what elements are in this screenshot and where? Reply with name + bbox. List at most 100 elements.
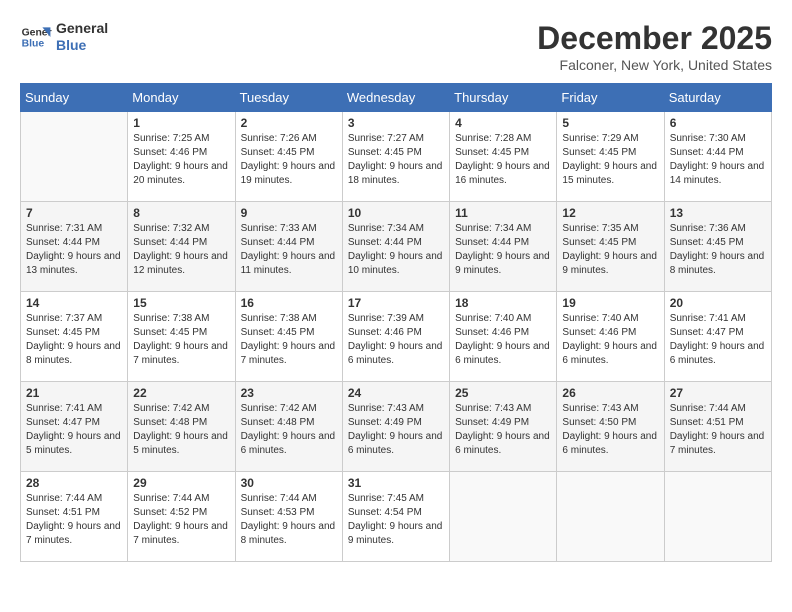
day-info: Sunrise: 7:43 AMSunset: 4:50 PMDaylight:… [562, 402, 658, 458]
week-row-0: 1 Sunrise: 7:25 AMSunset: 4:46 PMDayligh… [21, 112, 772, 202]
day-cell: 26 Sunrise: 7:43 AMSunset: 4:50 PMDaylig… [557, 382, 664, 472]
day-number: 16 [241, 296, 337, 310]
calendar-table: Sunday Monday Tuesday Wednesday Thursday… [20, 83, 772, 562]
day-info: Sunrise: 7:42 AMSunset: 4:48 PMDaylight:… [133, 402, 229, 458]
title-block: December 2025 Falconer, New York, United… [537, 20, 772, 73]
day-info: Sunrise: 7:43 AMSunset: 4:49 PMDaylight:… [348, 402, 444, 458]
day-number: 5 [562, 116, 658, 130]
day-cell: 2 Sunrise: 7:26 AMSunset: 4:45 PMDayligh… [235, 112, 342, 202]
day-cell: 11 Sunrise: 7:34 AMSunset: 4:44 PMDaylig… [450, 202, 557, 292]
day-number: 4 [455, 116, 551, 130]
day-info: Sunrise: 7:31 AMSunset: 4:44 PMDaylight:… [26, 222, 122, 278]
day-number: 13 [670, 206, 766, 220]
logo-text: General Blue [56, 20, 108, 54]
col-sunday: Sunday [21, 84, 128, 112]
day-cell: 12 Sunrise: 7:35 AMSunset: 4:45 PMDaylig… [557, 202, 664, 292]
day-cell: 23 Sunrise: 7:42 AMSunset: 4:48 PMDaylig… [235, 382, 342, 472]
col-wednesday: Wednesday [342, 84, 449, 112]
day-number: 23 [241, 386, 337, 400]
day-info: Sunrise: 7:30 AMSunset: 4:44 PMDaylight:… [670, 132, 766, 188]
day-info: Sunrise: 7:29 AMSunset: 4:45 PMDaylight:… [562, 132, 658, 188]
day-info: Sunrise: 7:43 AMSunset: 4:49 PMDaylight:… [455, 402, 551, 458]
day-cell: 9 Sunrise: 7:33 AMSunset: 4:44 PMDayligh… [235, 202, 342, 292]
day-info: Sunrise: 7:36 AMSunset: 4:45 PMDaylight:… [670, 222, 766, 278]
day-info: Sunrise: 7:45 AMSunset: 4:54 PMDaylight:… [348, 492, 444, 548]
day-number: 15 [133, 296, 229, 310]
day-number: 28 [26, 476, 122, 490]
col-saturday: Saturday [664, 84, 771, 112]
day-info: Sunrise: 7:28 AMSunset: 4:45 PMDaylight:… [455, 132, 551, 188]
day-number: 31 [348, 476, 444, 490]
day-number: 11 [455, 206, 551, 220]
header-row: Sunday Monday Tuesday Wednesday Thursday… [21, 84, 772, 112]
col-thursday: Thursday [450, 84, 557, 112]
day-cell: 28 Sunrise: 7:44 AMSunset: 4:51 PMDaylig… [21, 472, 128, 562]
day-number: 18 [455, 296, 551, 310]
day-cell: 7 Sunrise: 7:31 AMSunset: 4:44 PMDayligh… [21, 202, 128, 292]
day-info: Sunrise: 7:32 AMSunset: 4:44 PMDaylight:… [133, 222, 229, 278]
day-number: 27 [670, 386, 766, 400]
week-row-3: 21 Sunrise: 7:41 AMSunset: 4:47 PMDaylig… [21, 382, 772, 472]
col-monday: Monday [128, 84, 235, 112]
day-cell: 24 Sunrise: 7:43 AMSunset: 4:49 PMDaylig… [342, 382, 449, 472]
day-info: Sunrise: 7:44 AMSunset: 4:53 PMDaylight:… [241, 492, 337, 548]
week-row-2: 14 Sunrise: 7:37 AMSunset: 4:45 PMDaylig… [21, 292, 772, 382]
day-number: 10 [348, 206, 444, 220]
day-cell: 31 Sunrise: 7:45 AMSunset: 4:54 PMDaylig… [342, 472, 449, 562]
day-info: Sunrise: 7:38 AMSunset: 4:45 PMDaylight:… [241, 312, 337, 368]
day-cell: 20 Sunrise: 7:41 AMSunset: 4:47 PMDaylig… [664, 292, 771, 382]
day-number: 24 [348, 386, 444, 400]
day-number: 30 [241, 476, 337, 490]
day-number: 8 [133, 206, 229, 220]
day-info: Sunrise: 7:44 AMSunset: 4:52 PMDaylight:… [133, 492, 229, 548]
day-cell: 1 Sunrise: 7:25 AMSunset: 4:46 PMDayligh… [128, 112, 235, 202]
day-cell [450, 472, 557, 562]
day-cell: 18 Sunrise: 7:40 AMSunset: 4:46 PMDaylig… [450, 292, 557, 382]
day-cell: 21 Sunrise: 7:41 AMSunset: 4:47 PMDaylig… [21, 382, 128, 472]
day-info: Sunrise: 7:40 AMSunset: 4:46 PMDaylight:… [562, 312, 658, 368]
calendar-subtitle: Falconer, New York, United States [537, 57, 772, 73]
day-info: Sunrise: 7:33 AMSunset: 4:44 PMDaylight:… [241, 222, 337, 278]
day-number: 3 [348, 116, 444, 130]
col-tuesday: Tuesday [235, 84, 342, 112]
day-info: Sunrise: 7:34 AMSunset: 4:44 PMDaylight:… [348, 222, 444, 278]
day-cell: 14 Sunrise: 7:37 AMSunset: 4:45 PMDaylig… [21, 292, 128, 382]
day-cell: 8 Sunrise: 7:32 AMSunset: 4:44 PMDayligh… [128, 202, 235, 292]
day-info: Sunrise: 7:44 AMSunset: 4:51 PMDaylight:… [670, 402, 766, 458]
day-cell: 6 Sunrise: 7:30 AMSunset: 4:44 PMDayligh… [664, 112, 771, 202]
svg-text:Blue: Blue [22, 38, 45, 49]
day-info: Sunrise: 7:35 AMSunset: 4:45 PMDaylight:… [562, 222, 658, 278]
day-info: Sunrise: 7:39 AMSunset: 4:46 PMDaylight:… [348, 312, 444, 368]
day-cell [21, 112, 128, 202]
day-info: Sunrise: 7:41 AMSunset: 4:47 PMDaylight:… [670, 312, 766, 368]
day-number: 20 [670, 296, 766, 310]
header: General Blue General Blue December 2025 … [20, 20, 772, 73]
day-cell: 4 Sunrise: 7:28 AMSunset: 4:45 PMDayligh… [450, 112, 557, 202]
day-cell: 5 Sunrise: 7:29 AMSunset: 4:45 PMDayligh… [557, 112, 664, 202]
day-cell: 27 Sunrise: 7:44 AMSunset: 4:51 PMDaylig… [664, 382, 771, 472]
week-row-1: 7 Sunrise: 7:31 AMSunset: 4:44 PMDayligh… [21, 202, 772, 292]
day-number: 25 [455, 386, 551, 400]
day-cell: 29 Sunrise: 7:44 AMSunset: 4:52 PMDaylig… [128, 472, 235, 562]
logo: General Blue General Blue [20, 20, 108, 54]
day-number: 22 [133, 386, 229, 400]
day-info: Sunrise: 7:41 AMSunset: 4:47 PMDaylight:… [26, 402, 122, 458]
day-number: 12 [562, 206, 658, 220]
day-number: 17 [348, 296, 444, 310]
col-friday: Friday [557, 84, 664, 112]
day-number: 1 [133, 116, 229, 130]
day-cell: 3 Sunrise: 7:27 AMSunset: 4:45 PMDayligh… [342, 112, 449, 202]
day-cell: 25 Sunrise: 7:43 AMSunset: 4:49 PMDaylig… [450, 382, 557, 472]
day-number: 21 [26, 386, 122, 400]
day-number: 29 [133, 476, 229, 490]
week-row-4: 28 Sunrise: 7:44 AMSunset: 4:51 PMDaylig… [21, 472, 772, 562]
day-number: 26 [562, 386, 658, 400]
day-info: Sunrise: 7:26 AMSunset: 4:45 PMDaylight:… [241, 132, 337, 188]
day-info: Sunrise: 7:40 AMSunset: 4:46 PMDaylight:… [455, 312, 551, 368]
day-number: 19 [562, 296, 658, 310]
day-cell: 16 Sunrise: 7:38 AMSunset: 4:45 PMDaylig… [235, 292, 342, 382]
day-cell: 22 Sunrise: 7:42 AMSunset: 4:48 PMDaylig… [128, 382, 235, 472]
day-cell: 13 Sunrise: 7:36 AMSunset: 4:45 PMDaylig… [664, 202, 771, 292]
day-info: Sunrise: 7:27 AMSunset: 4:45 PMDaylight:… [348, 132, 444, 188]
day-number: 6 [670, 116, 766, 130]
